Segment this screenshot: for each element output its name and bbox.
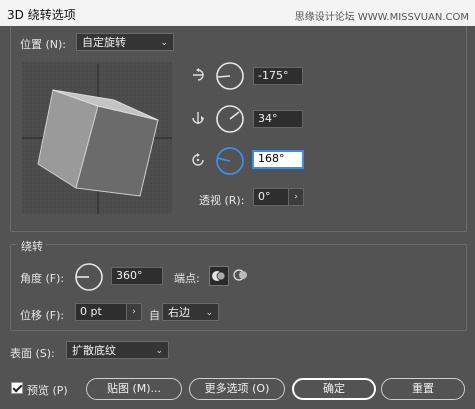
- window-title: 3D 绕转选项: [7, 8, 76, 22]
- rotate-x-icon: [190, 67, 206, 86]
- position-dropdown[interactable]: 自定旋转 ⌄: [76, 33, 174, 51]
- more-options-button[interactable]: 更多选项 (O): [189, 378, 285, 400]
- revolve-section-label: 绕转: [18, 238, 46, 254]
- chevron-down-icon: ⌄: [160, 38, 168, 48]
- from-dropdown-value: 右边: [168, 306, 190, 319]
- rotate-z-value: 168°: [258, 152, 285, 165]
- rotate-y-value: 34°: [258, 112, 278, 125]
- reset-button[interactable]: 重置: [381, 378, 465, 400]
- rotate-x-value: -175°: [258, 69, 289, 82]
- rotate-x-dial[interactable]: [215, 61, 245, 94]
- angle-dial[interactable]: [74, 262, 104, 295]
- perspective-stepper[interactable]: ›: [288, 188, 304, 206]
- offset-stepper[interactable]: ›: [126, 303, 142, 321]
- offset-value: 0 pt: [80, 305, 102, 318]
- perspective-field[interactable]: 0°: [253, 188, 289, 206]
- chevron-right-icon: ›: [132, 307, 136, 317]
- cap-off-icon[interactable]: [232, 266, 252, 286]
- endpoints-label: 端点:: [174, 272, 200, 285]
- cube-preview-graphic: [22, 62, 172, 214]
- chevron-right-icon: ›: [294, 192, 298, 202]
- preview-checkbox[interactable]: [11, 382, 23, 394]
- offset-field[interactable]: 0 pt: [75, 303, 127, 321]
- angle-field[interactable]: 360°: [111, 267, 163, 285]
- rotate-z-dial[interactable]: [215, 146, 245, 179]
- offset-label: 位移 (F):: [20, 309, 65, 322]
- chevron-down-icon: ⌄: [155, 346, 163, 356]
- rotate-z-icon: [190, 152, 206, 171]
- map-button[interactable]: 贴图 (M)...: [86, 378, 182, 400]
- position-dropdown-value: 自定旋转: [82, 36, 126, 49]
- rotate-y-field[interactable]: 34°: [253, 110, 303, 128]
- cube-preview[interactable]: [22, 62, 172, 214]
- surface-label: 表面 (S):: [10, 347, 55, 360]
- angle-label: 角度 (F):: [20, 272, 65, 285]
- preview-label: 预览 (P): [27, 384, 68, 397]
- chevron-down-icon: ⌄: [205, 308, 213, 318]
- rotate-z-field[interactable]: 168°: [252, 150, 304, 169]
- from-label: 自: [149, 309, 160, 322]
- position-label: 位置 (N):: [20, 38, 67, 51]
- watermark-text: 思缘设计论坛 WWW.MISSVUAN.COM: [294, 12, 469, 23]
- perspective-label: 透视 (R):: [199, 194, 245, 207]
- perspective-value: 0°: [258, 190, 271, 203]
- surface-dropdown[interactable]: 扩散底纹 ⌄: [66, 341, 169, 359]
- rotate-x-field[interactable]: -175°: [253, 67, 303, 85]
- title-bar: 3D 绕转选项 思缘设计论坛 WWW.MISSVUAN.COM: [0, 0, 475, 26]
- ok-button[interactable]: 确定: [292, 378, 376, 400]
- surface-dropdown-value: 扩散底纹: [72, 344, 116, 357]
- rotate-y-icon: [190, 110, 206, 129]
- cap-on-icon[interactable]: [209, 266, 229, 286]
- rotate-y-dial[interactable]: [215, 104, 245, 137]
- from-dropdown[interactable]: 右边 ⌄: [162, 303, 219, 321]
- angle-value: 360°: [116, 269, 143, 282]
